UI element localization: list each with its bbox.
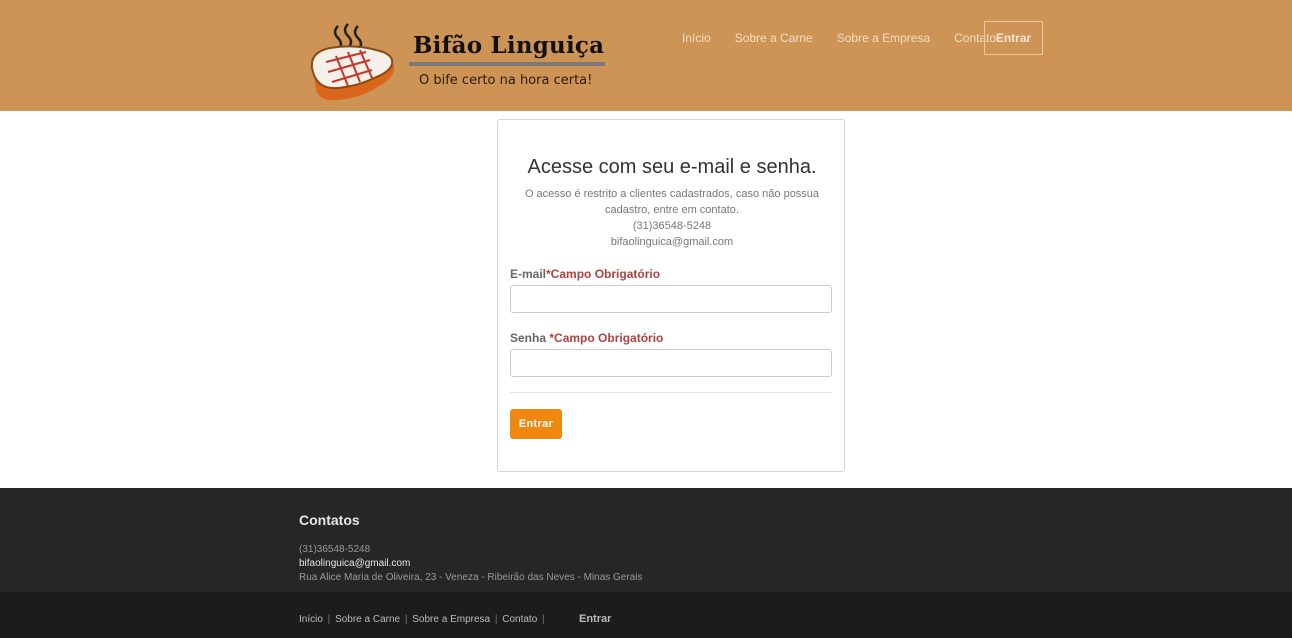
subfooter: Início | Sobre a Carne | Sobre a Empresa… [0,592,1292,638]
footer-nav: Início | Sobre a Carne | Sobre a Empresa… [299,614,547,625]
nav-entrar-button[interactable]: Entrar [984,21,1043,55]
contact-email: bifaolinguica@gmail.com [610,236,734,248]
password-label: Senha *Campo Obrigatório [510,331,663,345]
login-card: Acesse com seu e-mail e senha. O acesso … [497,119,845,472]
brand-name: Bifão Linguiça [413,32,605,59]
login-title: Acesse com seu e-mail e senha. [527,156,817,178]
footer-title: Contatos [299,512,360,528]
footer-address: Rua Alice Maria de Oliveira, 23 - Veneza… [299,572,643,583]
email-label: E-mail*Campo Obrigatório [510,267,660,281]
contact-phone: (31)36548-5248 [632,220,712,232]
footer-separator: | [539,614,545,625]
footer-separator: | [492,614,501,625]
footer-separator: | [324,614,334,625]
email-label-text: E-mail [510,267,547,281]
login-description: O acesso é restrito a clientes cadastrad… [514,186,830,250]
email-required-note: *Campo Obrigatório [546,267,661,281]
password-required-note: *Campo Obrigatório [549,331,664,345]
footer-link-contato[interactable]: Contato [502,614,537,625]
main-nav: Início Sobre a Carne Sobre a Empresa Con… [682,31,1020,45]
password-field[interactable] [510,349,832,377]
footer-link-sobre-empresa[interactable]: Sobre a Empresa [412,614,490,625]
brand-underline [409,62,605,66]
nav-link-inicio[interactable]: Início [682,31,711,45]
nav-link-sobre-carne[interactable]: Sobre a Carne [735,31,813,45]
steak-icon [310,23,395,101]
description-line-1: O acesso é restrito a clientes cadastrad… [524,188,820,200]
footer-entrar-link[interactable]: Entrar [579,613,611,625]
form-divider [510,392,832,393]
footer-separator: | [402,614,411,625]
footer-phone: (31)36548-5248 [299,544,371,555]
password-label-text: Senha [510,331,550,345]
nav-link-sobre-empresa[interactable]: Sobre a Empresa [837,31,930,45]
footer-link-inicio[interactable]: Início [299,614,323,625]
site-header: Bifão Linguiça O bife certo na hora cert… [0,0,1292,111]
email-field[interactable] [510,285,832,313]
footer-contacts: Contatos (31)36548-5248 bifaolinguica@gm… [0,488,1292,592]
login-submit-button[interactable]: Entrar [510,409,562,439]
footer-link-sobre-carne[interactable]: Sobre a Carne [335,614,400,625]
footer-email[interactable]: bifaolinguica@gmail.com [299,558,410,569]
description-line-2: cadastro, entre em contato. [605,204,739,216]
brand-tagline: O bife certo na hora certa! [419,73,593,88]
